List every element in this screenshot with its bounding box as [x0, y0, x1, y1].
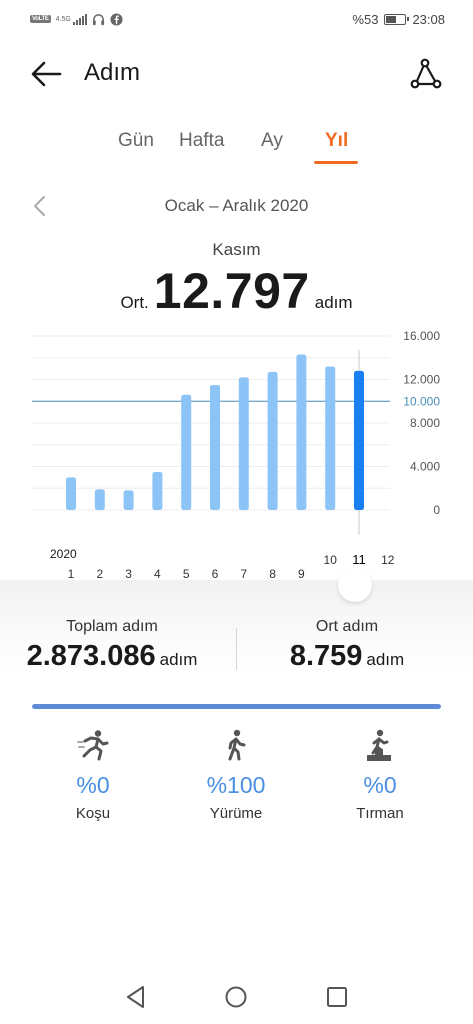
x-tick-label: 3: [125, 567, 132, 581]
activity-progress-fill: [32, 704, 441, 709]
walking-label: Yürüme: [209, 805, 263, 822]
activity-climbing: %0 Tırman: [325, 728, 435, 822]
average-value: 12.797: [153, 263, 310, 319]
x-tick-label: 7: [240, 567, 247, 581]
average-unit: adım: [314, 293, 353, 312]
activity-progress-bar: [32, 704, 441, 709]
recents-square-icon[interactable]: [324, 984, 350, 1010]
bar[interactable]: [94, 489, 105, 510]
tab-year[interactable]: Yıl: [325, 130, 348, 152]
tab-month[interactable]: Ay: [261, 130, 283, 152]
x-tick-label: 4: [154, 567, 161, 581]
bar[interactable]: [181, 394, 192, 510]
arrow-left-icon[interactable]: [28, 58, 64, 90]
average-steps-unit: adım: [366, 650, 405, 669]
running-percent: %0: [76, 772, 110, 798]
x-tick-label: 10: [324, 553, 338, 567]
goal-label: 10.000: [403, 394, 440, 408]
y-tick-label: 0: [433, 503, 440, 517]
network-type: 4.5G: [55, 15, 71, 23]
status-left: VoLTE 4.5G: [30, 12, 123, 26]
chart-scrubber-handle[interactable]: [338, 568, 372, 602]
x-tick-label: 12: [381, 553, 395, 567]
tab-underline: [314, 161, 358, 164]
selected-bar[interactable]: [354, 370, 364, 510]
tab-week[interactable]: Hafta: [179, 130, 224, 152]
y-tick-label: 16.000: [403, 329, 440, 343]
bar[interactable]: [123, 490, 134, 510]
tab-day[interactable]: Gün: [118, 130, 154, 152]
bar[interactable]: [325, 366, 336, 510]
back-triangle-icon[interactable]: [123, 984, 149, 1010]
signal-icon: [72, 13, 87, 25]
x-tick-label: 9: [298, 567, 305, 581]
total-steps-value: 2.873.086: [26, 640, 156, 672]
bar[interactable]: [267, 371, 278, 510]
total-steps-title: Toplam adım: [66, 618, 158, 635]
running-label: Koşu: [75, 805, 111, 822]
volte-badge: VoLTE: [30, 15, 51, 23]
selected-month: Kasım: [212, 240, 261, 259]
y-tick-label: 4.000: [410, 460, 440, 474]
average-summary: Ort. 12.797 adım: [0, 262, 473, 319]
x-tick-label: 8: [269, 567, 276, 581]
walking-percent: %100: [206, 772, 266, 798]
x-tick-label: 2: [96, 567, 103, 581]
running-icon: [77, 730, 109, 761]
average-prefix: Ort.: [120, 293, 149, 312]
walking-icon: [228, 729, 246, 761]
status-bar: VoLTE 4.5G %53 23:08: [0, 0, 473, 38]
y-tick-label: 8.000: [410, 416, 440, 430]
steps-bar-chart[interactable]: 04.0008.00012.00016.00010.00020201 2 3 4 5 6 7…: [0, 320, 473, 590]
year-label: 2020: [50, 547, 77, 561]
battery-icon: [384, 13, 410, 25]
bar[interactable]: [238, 377, 249, 510]
bar[interactable]: [66, 477, 76, 510]
activity-walking: %100 Yürüme: [181, 728, 291, 822]
average-steps-value: 8.759: [289, 640, 363, 672]
app-bar: Adım: [0, 50, 473, 98]
average-steps: Ort adım 8.759 adım: [242, 618, 452, 673]
home-circle-icon[interactable]: [223, 984, 249, 1010]
system-nav-bar: [0, 968, 473, 1024]
x-tick-label: 5: [183, 567, 190, 581]
clock: 23:08: [412, 11, 445, 27]
stats-divider: [236, 628, 237, 670]
battery-percent: %53: [352, 11, 379, 27]
share-icon[interactable]: [409, 56, 443, 90]
bar[interactable]: [210, 384, 220, 510]
page-title: Adım: [84, 59, 141, 86]
status-right: %53 23:08: [352, 12, 445, 27]
period-row: Ocak – Aralık 2020: [0, 194, 473, 220]
battery-fill: [386, 15, 397, 23]
headset-icon: [92, 13, 104, 25]
average-steps-title: Ort adım: [315, 618, 379, 635]
bar[interactable]: [296, 354, 307, 510]
period-label: Ocak – Aralık 2020: [164, 196, 309, 215]
climbing-icon: [367, 729, 391, 761]
activity-running: %0 Koşu: [38, 728, 148, 822]
x-tick-label: 6: [212, 567, 219, 581]
x-tick-label: 1: [68, 567, 75, 581]
total-steps: Toplam adım 2.873.086 adım: [7, 618, 217, 673]
y-tick-label: 12.000: [403, 373, 440, 387]
x-tick-label: 11: [352, 552, 366, 567]
period-tabs: Gün Hafta Ay Yıl: [100, 130, 380, 164]
facebook-icon: [110, 12, 123, 26]
climbing-percent: %0: [363, 772, 397, 798]
bar[interactable]: [152, 471, 163, 510]
climbing-label: Tırman: [356, 805, 404, 822]
total-steps-unit: adım: [159, 650, 198, 669]
